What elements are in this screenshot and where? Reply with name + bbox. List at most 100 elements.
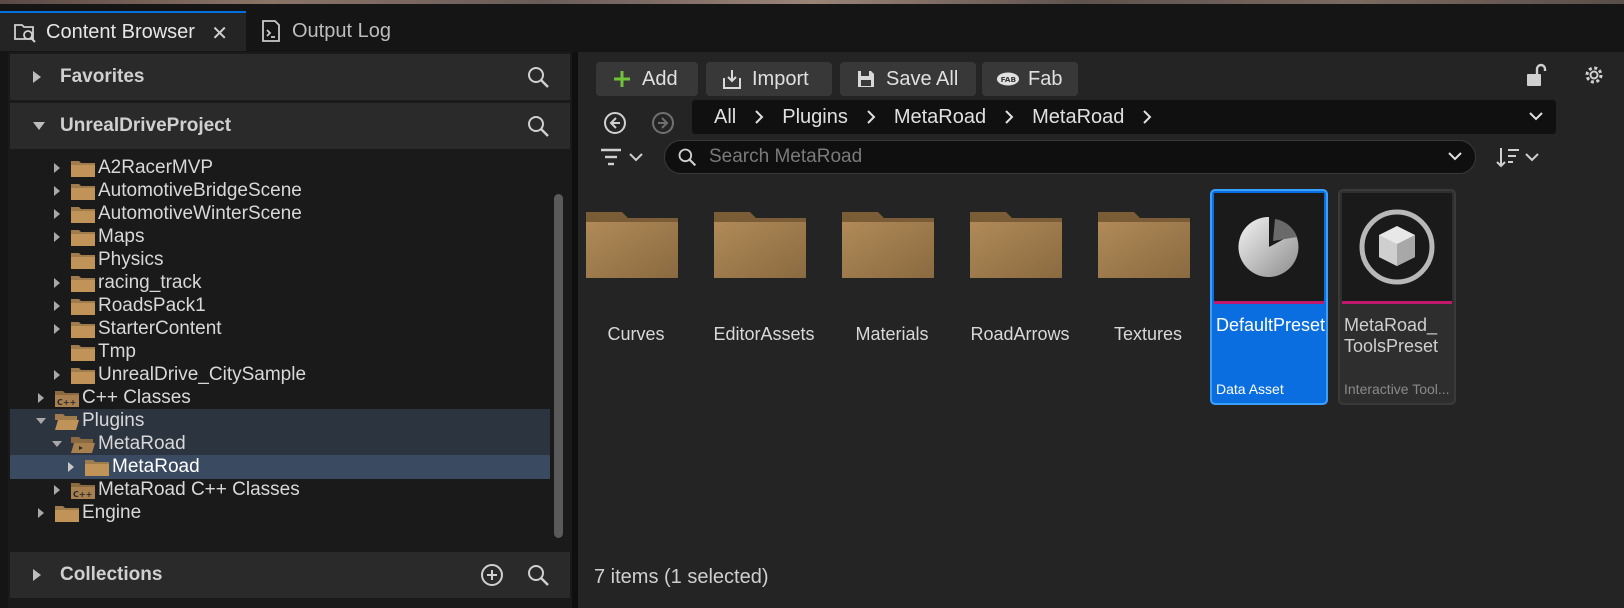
folder-tile-label: Curves: [607, 324, 665, 344]
chevron-right-icon[interactable]: [34, 507, 48, 519]
chevron-down-icon[interactable]: [1528, 107, 1544, 130]
folder-tile[interactable]: Materials: [834, 192, 950, 402]
chevron-right-icon[interactable]: [50, 185, 64, 197]
tree-item[interactable]: Maps: [10, 225, 550, 249]
chevron-right-icon[interactable]: [50, 162, 64, 174]
tree-item-label: AutomotiveBridgeScene: [98, 180, 302, 201]
folder-tile[interactable]: Textures: [1090, 192, 1206, 402]
search-box: [664, 140, 1476, 174]
tree-item[interactable]: Engine: [10, 501, 550, 525]
svg-text:C++: C++: [73, 490, 92, 499]
folder-icon: [70, 365, 96, 385]
sources-panel: Favorites UnrealDriveProject A2RacerMVP …: [8, 52, 572, 608]
import-icon: [720, 67, 744, 91]
chevron-down-icon[interactable]: [50, 440, 64, 448]
tree-item[interactable]: StarterContent: [10, 317, 550, 341]
asset-tile[interactable]: MetaRoad_ ToolsPreset Interactive Tool..…: [1338, 189, 1456, 405]
asset-type-stripe: [1214, 301, 1324, 304]
fab-label: Fab: [1028, 67, 1063, 90]
save-all-button[interactable]: Save All: [840, 62, 976, 96]
folder-icon: [84, 457, 110, 477]
tree-item[interactable]: racing_track: [10, 271, 550, 295]
folder-tile-label: RoadArrows: [970, 324, 1070, 344]
folder-tile-label: EditorAssets: [713, 324, 815, 344]
import-button[interactable]: Import: [706, 62, 832, 96]
chevron-right-icon[interactable]: [50, 484, 64, 496]
chevron-right-icon[interactable]: [866, 110, 876, 124]
chevron-right-icon[interactable]: [50, 208, 64, 220]
chevron-right-icon[interactable]: [50, 323, 64, 335]
asset-tile-selected[interactable]: DefaultPreset Data Asset: [1210, 189, 1328, 405]
back-icon[interactable]: [600, 108, 630, 138]
chevron-right-icon[interactable]: [50, 300, 64, 312]
folder-tile[interactable]: RoadArrows: [962, 192, 1078, 402]
asset-thumbnail: [1214, 193, 1324, 301]
collections-header[interactable]: Collections: [10, 552, 570, 598]
add-collection-icon[interactable]: [480, 563, 504, 593]
tree-item-metaroad-plugin[interactable]: MetaRoad: [10, 432, 550, 456]
asset-type: Data Asset: [1216, 381, 1284, 397]
tree-scrollbar[interactable]: [554, 194, 563, 538]
chevron-right-icon[interactable]: [34, 392, 48, 404]
tree-item[interactable]: C++ MetaRoad C++ Classes: [10, 478, 550, 502]
chevron-right-icon[interactable]: [50, 231, 64, 243]
breadcrumb-item[interactable]: MetaRoad: [1032, 106, 1124, 129]
chevron-right-icon[interactable]: [1142, 110, 1152, 124]
tab-content-browser[interactable]: Content Browser ✕: [0, 11, 246, 51]
close-icon[interactable]: ✕: [211, 21, 228, 46]
breadcrumb-item[interactable]: Plugins: [782, 106, 848, 129]
tab-output-log[interactable]: Output Log: [252, 11, 412, 51]
search-input[interactable]: [709, 146, 1409, 168]
content-browser-icon: [12, 19, 38, 45]
favorites-label: Favorites: [60, 66, 145, 87]
favorites-header[interactable]: Favorites: [10, 54, 570, 100]
tree-item-label: C++ Classes: [82, 387, 191, 408]
tree-item-label: Physics: [98, 249, 164, 270]
folder-tile[interactable]: EditorAssets: [706, 192, 822, 402]
tree-item[interactable]: AutomotiveBridgeScene: [10, 179, 550, 203]
add-label: Add: [642, 67, 678, 90]
chevron-right-icon: [32, 70, 46, 84]
tree-item[interactable]: RoadsPack1: [10, 294, 550, 318]
chevron-right-icon[interactable]: [1004, 110, 1014, 124]
search-icon[interactable]: [526, 563, 550, 593]
chevron-right-icon[interactable]: [50, 369, 64, 381]
tree-item[interactable]: A2RacerMVP: [10, 156, 550, 180]
breadcrumb-item[interactable]: All: [714, 106, 736, 129]
tree-item-plugins[interactable]: Plugins: [10, 409, 550, 433]
filter-icon: [601, 148, 621, 166]
search-icon[interactable]: [526, 114, 550, 144]
folder-icon: [842, 212, 934, 278]
tree-item-label: Maps: [98, 226, 145, 247]
filter-button[interactable]: [600, 142, 650, 172]
gear-icon[interactable]: [1582, 63, 1606, 92]
status-bar-text: 7 items (1 selected): [594, 566, 769, 588]
tree-item-metaroad-selected[interactable]: MetaRoad: [10, 455, 550, 479]
sort-button[interactable]: [1496, 142, 1546, 172]
search-icon: [678, 148, 697, 167]
forward-icon[interactable]: [648, 108, 678, 138]
tree-item[interactable]: Tmp: [10, 340, 550, 364]
breadcrumb-item[interactable]: MetaRoad: [894, 106, 986, 129]
fab-button[interactable]: FAB Fab: [982, 62, 1078, 96]
chevron-right-icon[interactable]: [754, 110, 764, 124]
folder-icon: [586, 212, 678, 278]
chevron-down-icon: [629, 153, 643, 162]
chevron-right-icon[interactable]: [50, 277, 64, 289]
output-log-icon: [258, 18, 284, 44]
tree-item[interactable]: UnrealDrive_CitySample: [10, 363, 550, 387]
chevron-down-icon[interactable]: [34, 417, 48, 425]
chevron-right-icon[interactable]: [64, 461, 78, 473]
tree-item[interactable]: C++ C++ Classes: [10, 386, 550, 410]
add-button[interactable]: Add: [596, 62, 698, 96]
search-icon[interactable]: [526, 65, 550, 95]
chevron-right-icon: [32, 568, 46, 582]
cpp-folder-icon: C++: [54, 388, 80, 408]
chevron-down-icon[interactable]: [1447, 148, 1463, 169]
tab-label: Content Browser: [46, 20, 195, 43]
lock-open-icon[interactable]: [1524, 62, 1548, 93]
tree-item[interactable]: AutomotiveWinterScene: [10, 202, 550, 226]
project-header[interactable]: UnrealDriveProject: [10, 103, 570, 149]
folder-tile[interactable]: Curves: [578, 192, 694, 402]
tree-item[interactable]: Physics: [10, 248, 550, 272]
